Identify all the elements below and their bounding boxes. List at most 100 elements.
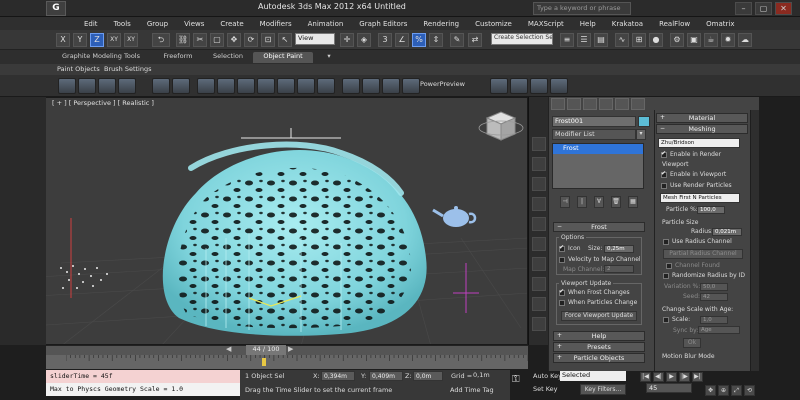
show-end-result-icon[interactable]: | (577, 196, 587, 208)
menu-help[interactable]: Help (572, 20, 604, 28)
menu-modifiers[interactable]: Modifiers (252, 20, 300, 28)
modifier-toggle-2-icon[interactable] (532, 157, 546, 171)
go-to-start-icon[interactable]: |◀ (640, 372, 651, 382)
mesh-mode-dropdown[interactable]: Mesh First N Particles (660, 193, 740, 203)
paint-slot-6-icon[interactable] (257, 78, 275, 94)
menu-create[interactable]: Create (212, 20, 251, 28)
edit-named-selection-icon[interactable]: ✎ (450, 33, 464, 47)
curve-editor-icon[interactable]: ∿ (615, 33, 629, 47)
modifier-list-dropdown[interactable]: Modifier List (552, 129, 636, 140)
menu-maxscript[interactable]: MAXScript (520, 20, 572, 28)
tab-graphite-modeling-tools[interactable]: Graphite Modeling Tools (60, 52, 142, 63)
menu-group[interactable]: Group (139, 20, 176, 28)
paint-slot-9-icon[interactable] (317, 78, 335, 94)
select-move-icon[interactable]: ✥ (227, 33, 241, 47)
modifier-toggle-8-icon[interactable] (532, 277, 546, 291)
remove-modifier-icon[interactable]: 🗑 (611, 196, 621, 208)
paint-slot-10-icon[interactable] (342, 78, 360, 94)
when-frost-changes-checkbox[interactable] (559, 288, 565, 296)
preview-4-icon[interactable] (550, 78, 568, 94)
paint-slot-2-icon[interactable] (172, 78, 190, 94)
menu-omatrix[interactable]: Omatrix (698, 20, 742, 28)
snap-3d-icon[interactable]: 3 (378, 33, 392, 47)
rendered-frame-icon[interactable]: ▣ (687, 33, 701, 47)
rollout-frost[interactable]: − Frost (553, 222, 645, 232)
graphite-toggle-icon[interactable]: ▤ (594, 33, 608, 47)
tab-freeform[interactable]: Freeform (152, 52, 204, 63)
display-tab-icon[interactable] (615, 98, 629, 110)
maxscript-output[interactable]: Max to Physcs Geometry Scale = 1.0 (46, 383, 240, 396)
manipulate-icon[interactable]: ◈ (357, 33, 371, 47)
stack-item-frost[interactable]: Frost (553, 144, 643, 154)
paint-fill-icon[interactable] (78, 78, 96, 94)
create-tab-icon[interactable] (551, 98, 565, 110)
paint-sphere-icon[interactable] (362, 78, 380, 94)
viewcube-icon[interactable] (478, 111, 524, 141)
next-frame-button-icon[interactable]: |▶ (679, 372, 690, 382)
key-filters-button[interactable]: Key Filters... (580, 384, 626, 395)
utilities-tab-icon[interactable] (631, 98, 645, 110)
variation-spinner[interactable]: 50,0 (700, 283, 728, 291)
modifier-toggle-icon[interactable] (532, 137, 546, 151)
maxscript-listener[interactable]: sliderTime = 45f (46, 370, 240, 383)
align-icon[interactable]: ≡ (560, 33, 574, 47)
link-icon[interactable]: ⛓ (176, 33, 190, 47)
rotate-icon[interactable]: ⟳ (244, 33, 258, 47)
partial-radius-channel-button[interactable]: Partial Radius Channel (663, 249, 743, 259)
render-production-icon[interactable]: ✹ (721, 33, 735, 47)
size-spinner[interactable]: 0,25m (604, 245, 634, 253)
chevron-down-icon[interactable]: ▾ (636, 129, 646, 140)
perspective-viewport[interactable] (0, 97, 528, 345)
use-render-particles-checkbox[interactable] (661, 183, 667, 189)
paint-slot-7-icon[interactable] (277, 78, 295, 94)
paint-slot-4-icon[interactable] (217, 78, 235, 94)
go-to-end-icon[interactable]: ▶| (692, 372, 703, 382)
ok-button[interactable]: Ok (683, 338, 701, 348)
sync-by-dropdown[interactable]: Age (698, 326, 740, 334)
meshing-method-dropdown[interactable]: Zhu/Bridson (658, 138, 740, 148)
paint-pick-icon[interactable] (98, 78, 116, 94)
select-object-icon[interactable]: ↖ (278, 33, 292, 47)
enable-in-viewport-checkbox[interactable] (661, 170, 667, 178)
make-unique-icon[interactable]: ∀ (594, 196, 604, 208)
maximize-button[interactable]: ▢ (755, 2, 772, 15)
ribbon-menu-icon[interactable]: ▾ (321, 52, 337, 63)
paint-brush-icon[interactable] (58, 78, 76, 94)
viewport-label[interactable]: [ + ] [ Perspective ] [ Realistic ] (52, 99, 154, 107)
menu-graph-editors[interactable]: Graph Editors (351, 20, 415, 28)
modifier-toggle-3-icon[interactable] (532, 177, 546, 191)
zoom-icon[interactable]: ⊕ (718, 385, 729, 396)
force-viewport-update-button[interactable]: Force Viewport Update (561, 311, 637, 321)
preview-1-icon[interactable] (490, 78, 508, 94)
pin-stack-icon[interactable]: ⊣ (560, 196, 570, 208)
render-iterative-icon[interactable]: ☁ (738, 33, 752, 47)
rollout-help[interactable]: + Help (553, 331, 645, 341)
paint-slot-3-icon[interactable] (197, 78, 215, 94)
paint-object-icon[interactable] (118, 78, 136, 94)
key-set-dropdown[interactable]: Selected (560, 371, 626, 381)
paint-slot-12-icon[interactable] (382, 78, 400, 94)
preview-3-icon[interactable] (530, 78, 548, 94)
axis-xy-cycle-button[interactable]: XY (124, 33, 138, 47)
undo-icon[interactable]: ⮌ (152, 33, 170, 47)
scale-checkbox[interactable] (663, 317, 669, 323)
set-key-button[interactable]: Set Key (533, 385, 558, 393)
menu-tools[interactable]: Tools (106, 20, 139, 28)
menu-krakatoa[interactable]: Krakatoa (604, 20, 651, 28)
paint-slot-5-icon[interactable] (237, 78, 255, 94)
time-slider-thumb[interactable]: 44 / 100 (246, 345, 286, 355)
velocity-checkbox[interactable] (559, 257, 565, 263)
axis-z-button[interactable]: Z (90, 33, 104, 47)
next-frame-icon[interactable]: ▶ (288, 345, 293, 353)
icon-checkbox[interactable] (559, 244, 565, 252)
modifier-toggle-4-icon[interactable] (532, 197, 546, 211)
paint-slot-8-icon[interactable] (297, 78, 315, 94)
menu-rendering[interactable]: Rendering (415, 20, 467, 28)
menu-views[interactable]: Views (176, 20, 212, 28)
randomize-radius-checkbox[interactable] (663, 273, 669, 279)
render-setup-icon[interactable]: ⚙ (670, 33, 684, 47)
preview-2-icon[interactable] (510, 78, 528, 94)
prev-frame-icon[interactable]: ◀ (226, 345, 231, 353)
render-icon[interactable]: ☕ (704, 33, 718, 47)
reference-coordinate-dropdown[interactable]: View (295, 33, 335, 45)
